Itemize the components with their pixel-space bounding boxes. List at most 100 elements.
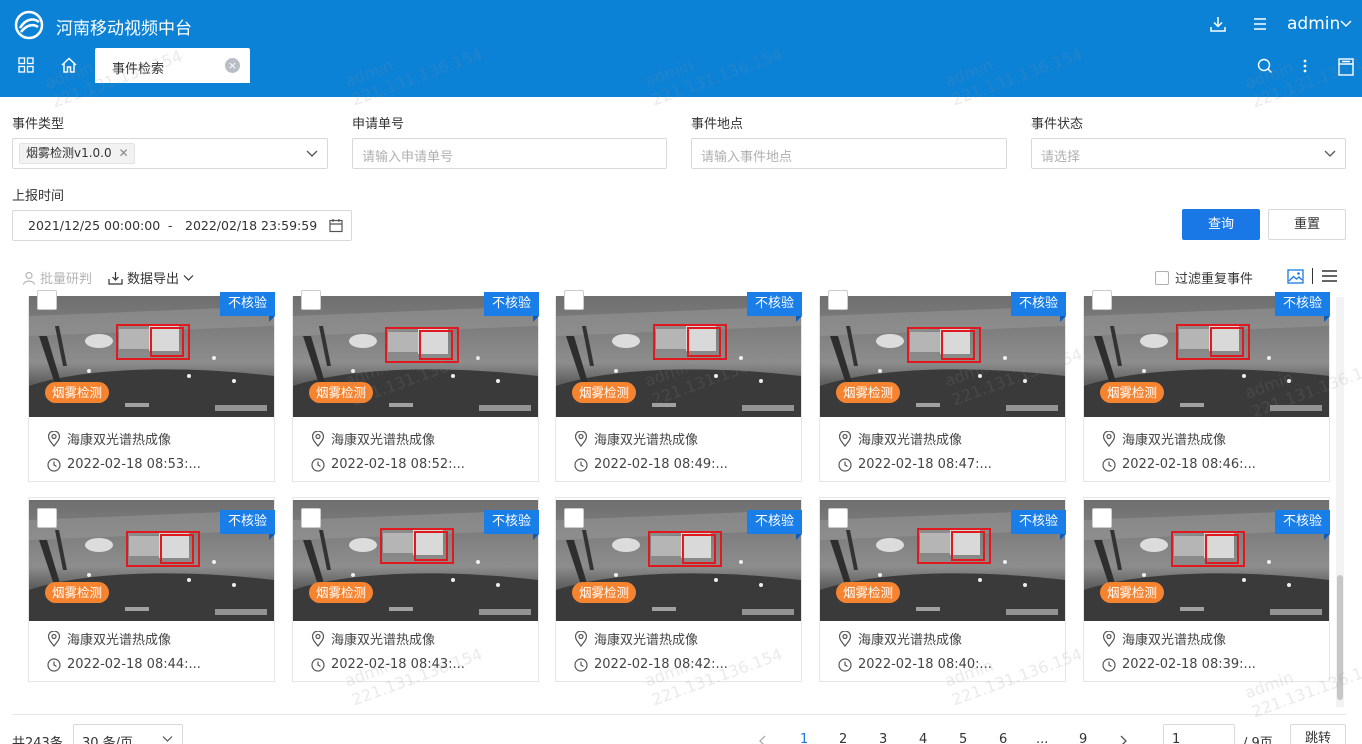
location-pin-icon [1102,630,1116,647]
event-card[interactable]: 不核验 烟雾检测 海康双光谱热成像 2022-02-18 08:40:... [819,497,1067,682]
event-type-tag: 烟雾检测 [572,582,637,603]
jump-button[interactable]: 跳转 [1290,724,1346,744]
status-label: 事件状态 [1031,117,1084,132]
card-checkbox[interactable] [37,290,57,310]
event-time: 2022-02-18 08:52:... [311,457,465,472]
batch-judge-button[interactable]: 批量研判 [22,268,92,287]
event-type-tag: 烟雾检测 [836,582,901,603]
event-location-text: 海康双光谱热成像 [67,433,172,448]
location-pin-icon [838,430,852,447]
card-checkbox[interactable] [564,508,584,528]
event-time-text: 2022-02-18 08:44:... [67,657,201,672]
event-type-tag: 烟雾检测 [572,382,637,403]
event-location: 海康双光谱热成像 [1102,629,1226,648]
event-type-select[interactable]: 烟雾检测v1.0.0 ✕ [12,138,328,169]
image-view-icon[interactable] [1287,269,1304,284]
tab-event-search[interactable]: 事件检索 × [95,48,250,83]
status-select[interactable]: 请选择 [1031,138,1346,169]
page-1[interactable]: 1 [800,732,808,744]
event-time: 2022-02-18 08:46:... [1102,457,1256,472]
event-card[interactable]: 不核验 烟雾检测 海康双光谱热成像 2022-02-18 08:44:... [28,497,276,682]
card-checkbox[interactable] [301,508,321,528]
event-location: 海康双光谱热成像 [838,429,962,448]
page-3[interactable]: 3 [879,732,887,744]
event-card[interactable]: 不核验 烟雾检测 海康双光谱热成像 2022-02-18 08:53:... [28,290,276,482]
batch-judge-label: 批量研判 [40,272,93,287]
clock-icon [47,657,61,672]
event-card[interactable]: 不核验 烟雾检测 海康双光谱热成像 2022-02-18 08:46:... [1083,290,1331,482]
chevron-down-icon [183,274,194,281]
close-icon[interactable]: × [225,58,240,73]
event-location-text: 海康双光谱热成像 [67,633,172,648]
event-location-text: 海康双光谱热成像 [594,633,699,648]
reset-button[interactable]: 重置 [1268,209,1346,240]
application-no-placeholder: 请输入申请单号 [362,150,454,165]
status-badge: 不核验 [1274,510,1331,540]
user-name[interactable]: admin [1287,14,1340,34]
event-location-text: 海康双光谱热成像 [331,433,436,448]
card-checkbox[interactable] [828,290,848,310]
status-badge: 不核验 [1274,292,1331,322]
page-6[interactable]: 6 [999,732,1007,744]
card-checkbox[interactable] [1092,508,1112,528]
page-9[interactable]: 9 [1079,732,1087,744]
event-location: 海康双光谱热成像 [838,629,962,648]
event-card[interactable]: 不核验 烟雾检测 海康双光谱热成像 2022-02-18 08:39:... [1083,497,1331,682]
home-icon[interactable] [60,56,78,74]
menu-icon[interactable] [1250,14,1270,34]
application-no-input[interactable]: 请输入申请单号 [352,138,667,169]
page-ellipsis[interactable]: ... [1036,732,1048,744]
scrollbar-thumb[interactable] [1337,575,1343,700]
export-button[interactable]: 数据导出 [108,268,194,287]
event-time-text: 2022-02-18 08:53:... [67,457,201,472]
chevron-down-icon [162,736,173,742]
application-no-label: 申请单号 [352,117,405,132]
card-checkbox[interactable] [1092,290,1112,310]
search-icon[interactable] [1257,58,1273,74]
event-location: 海康双光谱热成像 [1102,429,1226,448]
window-icon[interactable] [1338,58,1354,76]
apps-grid-icon[interactable] [18,57,34,73]
event-card[interactable]: 不核验 烟雾检测 海康双光谱热成像 2022-02-18 08:47:... [819,290,1067,482]
event-location-text: 海康双光谱热成像 [858,633,963,648]
event-card[interactable]: 不核验 烟雾检测 海康双光谱热成像 2022-02-18 08:52:... [292,290,540,482]
search-button[interactable]: 查询 [1182,209,1260,240]
filter-duplicates-checkbox[interactable]: 过滤重复事件 [1155,268,1253,287]
list-view-icon[interactable] [1321,269,1338,283]
clock-icon [838,457,852,472]
export-icon [108,271,123,285]
card-checkbox[interactable] [301,290,321,310]
event-card[interactable]: 不核验 烟雾检测 海康双光谱热成像 2022-02-18 08:43:... [292,497,540,682]
remove-tag-icon[interactable]: ✕ [119,144,129,163]
card-checkbox[interactable] [564,290,584,310]
page-size-label: 30 条/页 [82,736,134,744]
event-time-text: 2022-02-18 08:49:... [594,457,728,472]
event-type-tag: 烟雾检测 [1100,382,1165,403]
event-time: 2022-02-18 08:40:... [838,657,992,672]
card-checkbox[interactable] [37,508,57,528]
page-5[interactable]: 5 [959,732,967,744]
location-label: 事件地点 [691,117,744,132]
checkbox[interactable] [1155,270,1169,285]
date-separator: - [168,218,173,233]
page-4[interactable]: 4 [919,732,927,744]
prev-page-icon[interactable] [758,735,767,744]
date-start: 2021/12/25 00:00:00 [28,218,161,233]
page-size-select[interactable]: 30 条/页 [73,724,183,744]
location-input[interactable]: 请输入事件地点 [691,138,1007,169]
tab-active-indicator [125,95,250,97]
location-pin-icon [574,430,588,447]
more-vertical-icon[interactable] [1300,58,1310,74]
next-page-icon[interactable] [1119,735,1128,744]
date-range-picker[interactable]: 2021/12/25 00:00:00 - 2022/02/18 23:59:5… [12,210,352,241]
event-card[interactable]: 不核验 烟雾检测 海康双光谱热成像 2022-02-18 08:42:... [555,497,803,682]
card-checkbox[interactable] [828,508,848,528]
chevron-down-icon[interactable] [1340,20,1352,28]
jump-page-input[interactable]: 1 [1163,724,1235,744]
download-icon[interactable] [1208,14,1228,34]
event-type-tag: 烟雾检测 [836,382,901,403]
page-2[interactable]: 2 [839,732,847,744]
event-card[interactable]: 不核验 烟雾检测 海康双光谱热成像 2022-02-18 08:49:... [555,290,803,482]
event-location: 海康双光谱热成像 [311,429,435,448]
event-type-label: 事件类型 [12,117,65,132]
